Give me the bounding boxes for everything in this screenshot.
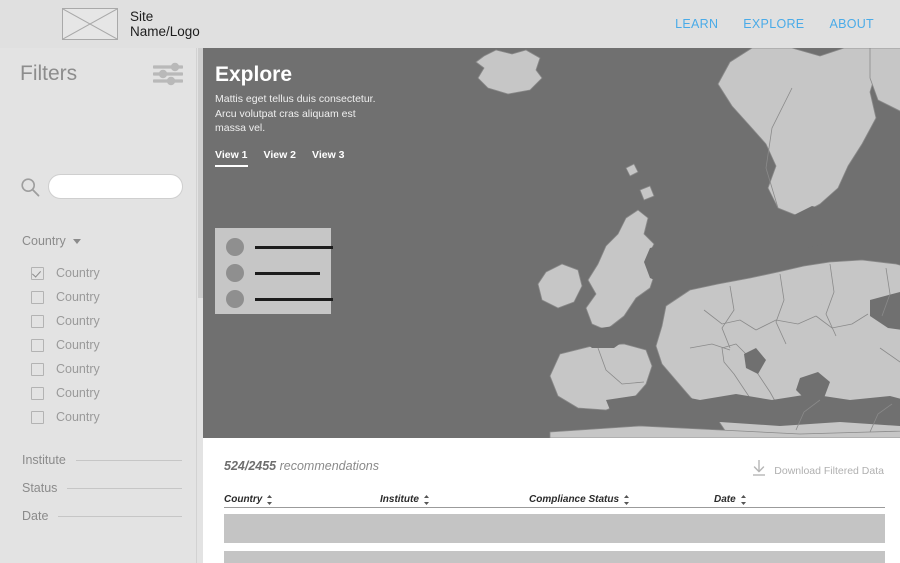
filter-institute-label: Institute (22, 453, 66, 467)
table-row[interactable] (224, 514, 885, 543)
country-checkbox-item[interactable]: Country (31, 285, 100, 309)
nav-link-learn[interactable]: LEARN (675, 17, 718, 31)
column-header-country[interactable]: Country (224, 494, 273, 505)
checkbox-input[interactable] (31, 410, 44, 424)
column-header-date-label: Date (714, 494, 736, 505)
country-checkbox-item[interactable]: Country (31, 357, 100, 381)
view-tabs: View 1 View 2 View 3 (215, 149, 345, 167)
checkbox-input[interactable] (31, 362, 44, 376)
checkbox-input[interactable] (31, 338, 44, 352)
country-checkbox-item[interactable]: Country (31, 309, 100, 333)
column-header-compliance-status-label: Compliance Status (529, 494, 620, 505)
column-header-institute-label: Institute (380, 494, 419, 505)
checkbox-label: Country (56, 266, 100, 280)
column-header-compliance-status[interactable]: Compliance Status (529, 494, 630, 505)
filter-status[interactable]: Status (22, 474, 182, 502)
nav-link-explore[interactable]: EXPLORE (743, 17, 804, 31)
checkbox-label: Country (56, 410, 100, 424)
download-icon (751, 459, 767, 482)
explore-description: Mattis eget tellus duis consectetur. Arc… (215, 93, 376, 134)
europe-map[interactable] (400, 48, 900, 438)
nav-link-about[interactable]: ABOUT (829, 17, 874, 31)
filter-status-label: Status (22, 481, 58, 495)
country-filter-group-label: Country (22, 234, 66, 248)
checkbox-label: Country (56, 338, 100, 352)
checkbox-label: Country (56, 362, 100, 376)
results-section: 524/2455 recommendations Download Filter… (203, 438, 900, 563)
sidebar-divider (196, 48, 197, 563)
legend-item (226, 238, 333, 256)
search-input[interactable] (48, 174, 183, 199)
divider (58, 515, 182, 517)
country-checkbox-item[interactable]: Country (31, 261, 100, 285)
legend-item (226, 264, 320, 282)
checkbox-label: Country (56, 386, 100, 400)
download-filtered-data-button[interactable]: Download Filtered Data (751, 459, 884, 482)
column-header-date[interactable]: Date (714, 494, 746, 505)
country-checkbox-item[interactable]: Country (31, 333, 100, 357)
circle-marker-icon (226, 238, 244, 256)
country-checkbox-item[interactable]: Country (31, 405, 100, 429)
chevron-down-icon (72, 238, 81, 244)
filter-date-label: Date (22, 509, 49, 523)
page-title: Filters (20, 62, 78, 85)
filter-date[interactable]: Date (22, 502, 182, 530)
map-legend (215, 228, 333, 314)
filters-header: Filters (20, 62, 184, 86)
sort-icon (267, 494, 273, 505)
sliders-icon[interactable] (152, 62, 184, 86)
checkbox-input[interactable] (31, 290, 44, 304)
legend-bar (255, 245, 333, 249)
sort-icon (423, 494, 429, 505)
sort-icon (624, 494, 630, 505)
country-checkbox-list: Country Country Country Country Country … (31, 261, 100, 429)
checkbox-label: Country (56, 314, 100, 328)
search-row (20, 174, 183, 199)
checkbox-input[interactable] (31, 386, 44, 400)
table-row[interactable] (224, 551, 885, 563)
app-root: Site Name/Logo LEARN EXPLORE ABOUT Filte… (0, 0, 900, 563)
country-checkbox-item[interactable]: Country (31, 381, 100, 405)
image-placeholder-icon (62, 8, 118, 40)
explore-panel: Explore Mattis eget tellus duis consecte… (203, 48, 900, 438)
filter-institute[interactable]: Institute (22, 446, 182, 474)
column-header-country-label: Country (224, 494, 263, 505)
download-label: Download Filtered Data (774, 464, 884, 477)
circle-marker-icon (226, 264, 244, 282)
brand[interactable]: Site Name/Logo (62, 8, 200, 40)
column-header-institute[interactable]: Institute (380, 494, 429, 505)
tab-view-3[interactable]: View 3 (312, 149, 345, 167)
divider (67, 487, 182, 489)
checkbox-input[interactable] (31, 266, 44, 280)
legend-bar (255, 271, 320, 275)
sort-icon (740, 494, 746, 505)
filters-sidebar: Filters Country Country Country Country … (0, 48, 203, 563)
results-table-body (224, 514, 885, 563)
divider (75, 459, 182, 461)
results-count-suffix: recommendations (276, 459, 379, 473)
checkbox-input[interactable] (31, 314, 44, 328)
brand-name: Site Name/Logo (130, 9, 200, 39)
search-icon[interactable] (20, 177, 40, 197)
tab-view-2[interactable]: View 2 (264, 149, 297, 167)
circle-marker-icon (226, 290, 244, 308)
country-filter-group-toggle[interactable]: Country (22, 234, 81, 248)
legend-item (226, 290, 333, 308)
tab-view-1[interactable]: View 1 (215, 149, 248, 167)
checkbox-label: Country (56, 290, 100, 304)
main-nav: LEARN EXPLORE ABOUT (675, 17, 874, 31)
results-count: 524/2455 recommendations (224, 459, 379, 473)
explore-title: Explore (215, 63, 293, 86)
meta-filter-list: Institute Status Date (22, 446, 182, 530)
legend-bar (255, 297, 333, 301)
table-header-row: Country Institute Compliance Status Date (224, 490, 885, 508)
site-header: Site Name/Logo LEARN EXPLORE ABOUT (0, 0, 900, 48)
results-count-value: 524/2455 (224, 459, 277, 473)
